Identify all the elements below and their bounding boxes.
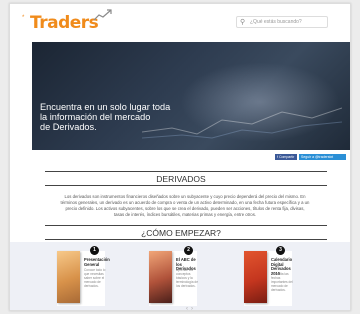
facebook-share-button[interactable]: f Compartir — [275, 154, 297, 160]
hero-headline: Encuentra en un solo lugar toda la infor… — [40, 102, 240, 132]
step-badge-3: 3 — [276, 246, 285, 255]
guide-text-2: Aprende los conceptos básicos y la termi… — [176, 268, 198, 288]
guide-cover-1[interactable] — [57, 251, 80, 303]
start-title: ¿CÓMO EMPEZAR? — [141, 228, 221, 238]
page: * Traders ⚲ ¿Qué estás buscando? Encuent… — [9, 3, 351, 311]
hero-line-2: la información del mercado — [40, 112, 151, 122]
derivados-description: Los derivados son instrumentos financier… — [60, 194, 310, 217]
traders-logo[interactable]: Traders — [30, 13, 99, 33]
start-top-rule — [45, 225, 327, 226]
hero-line-1: Encuentra en un solo lugar toda — [40, 102, 171, 112]
guide-title-1[interactable]: Presentación General — [84, 257, 110, 267]
guide-cover-3[interactable] — [244, 251, 267, 303]
social-buttons: f Compartir Seguir a @traderstxt — [275, 154, 346, 160]
site-header: * Traders ⚲ ¿Qué estás buscando? — [10, 4, 350, 40]
trend-arrow-icon — [93, 9, 112, 21]
search-icon: ⚲ — [240, 19, 246, 26]
twitter-follow-button[interactable]: Seguir a @traderstxt — [299, 154, 346, 160]
guide-text-3: Consulta las fechas importantes del merc… — [271, 272, 293, 292]
logo-star: * — [22, 15, 25, 21]
carousel-arrows: ‹› — [186, 306, 196, 310]
hero-line-3: de Derivados. — [40, 122, 97, 132]
start-bottom-rule — [45, 239, 327, 240]
search-input[interactable]: ¿Qué estás buscando? — [250, 19, 302, 25]
step-badge-2: 2 — [184, 246, 193, 255]
guide-cover-2[interactable] — [149, 251, 172, 303]
search-box[interactable]: ⚲ ¿Qué estás buscando? — [236, 16, 328, 28]
derivados-title: DERIVADOS — [156, 174, 206, 184]
derivados-bottom-rule — [45, 185, 327, 186]
hero-banner: Encuentra en un solo lugar toda la infor… — [32, 42, 350, 150]
derivados-top-rule — [45, 171, 327, 172]
guide-text-1: Conoce todo lo que necesitas saber sobre… — [84, 268, 106, 288]
carousel-next-button[interactable]: › — [191, 306, 196, 310]
step-badge-1: 1 — [90, 246, 99, 255]
